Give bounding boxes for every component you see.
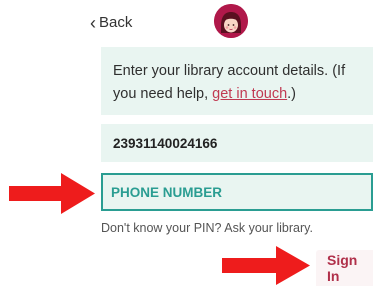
chevron-left-icon: ‹ xyxy=(90,13,96,33)
pin-hint: Don't know your PIN? Ask your library. xyxy=(101,221,313,235)
sign-in-button[interactable]: Sign In xyxy=(316,250,373,286)
back-button[interactable]: ‹ Back xyxy=(90,12,132,34)
instructions-suffix: .) xyxy=(287,86,297,102)
red-arrow-annotation-pin xyxy=(9,173,95,214)
back-label: Back xyxy=(99,14,133,31)
sign-in-label: Sign In xyxy=(327,252,358,284)
get-in-touch-link[interactable]: get in touch xyxy=(212,86,287,102)
barcode-value: 23931140024166 xyxy=(113,135,218,151)
pin-input[interactable] xyxy=(111,184,359,200)
library-logo-icon xyxy=(214,4,248,38)
instructions-text: Enter your library account details. (If … xyxy=(101,47,373,115)
red-arrow-annotation-signin xyxy=(222,246,310,285)
pin-field-container xyxy=(101,173,373,211)
barcode-field[interactable]: 23931140024166 xyxy=(101,124,373,162)
